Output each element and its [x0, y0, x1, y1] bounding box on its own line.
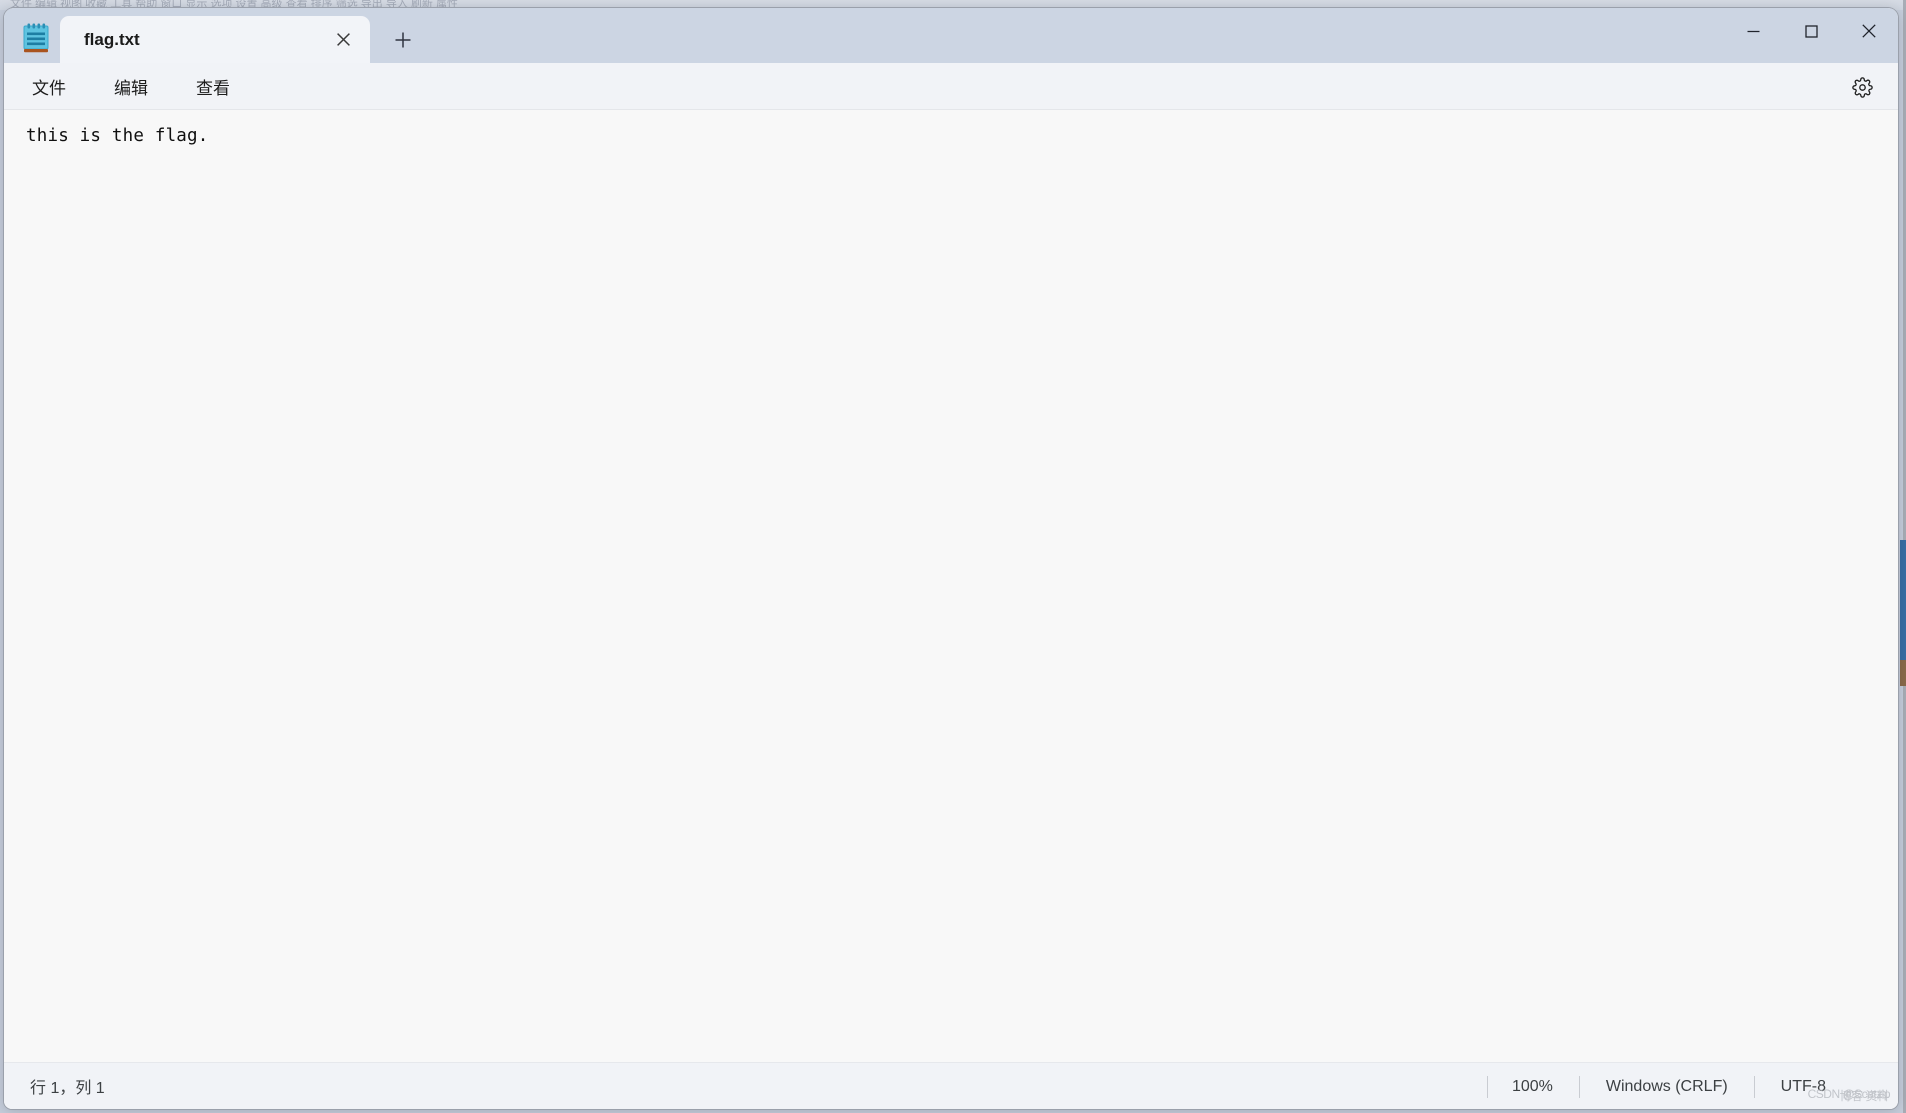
editor-text-content[interactable]: this is the flag.	[26, 124, 1888, 148]
menu-item-file[interactable]: 文件	[18, 68, 80, 105]
background-window-accent-brown	[1900, 660, 1906, 686]
notepad-icon	[18, 20, 54, 56]
line-ending-status[interactable]: Windows (CRLF)	[1578, 1075, 1754, 1098]
window-controls	[1724, 8, 1898, 54]
status-right-group: 100% Windows (CRLF) UTF-8	[1486, 1063, 1852, 1109]
watermark: CSDN @Scatzlp 博客 资料	[1808, 1087, 1891, 1103]
close-icon[interactable]	[326, 23, 360, 57]
statusbar: 行 1，列 1 100% Windows (CRLF) UTF-8 CSDN @…	[4, 1062, 1898, 1109]
new-tab-button[interactable]	[380, 16, 426, 63]
maximize-icon[interactable]	[1782, 8, 1840, 54]
background-window-accent-blue	[1900, 540, 1906, 660]
tab-title: flag.txt	[84, 29, 140, 49]
tab-flag-txt[interactable]: flag.txt	[60, 16, 370, 63]
menu-item-view[interactable]: 查看	[182, 68, 244, 105]
tab-strip: flag.txt	[60, 8, 426, 63]
menu-item-edit[interactable]: 编辑	[100, 68, 162, 105]
minimize-icon[interactable]	[1724, 8, 1782, 54]
close-window-icon[interactable]	[1840, 8, 1898, 54]
titlebar[interactable]: flag.txt	[4, 8, 1898, 63]
zoom-level-status[interactable]: 100%	[1486, 1075, 1579, 1098]
editor-area[interactable]: this is the flag.	[4, 110, 1898, 1062]
watermark-text-b: 博客 资料	[1839, 1089, 1889, 1103]
gear-icon[interactable]	[1844, 69, 1880, 105]
cursor-position-status: 行 1，列 1	[30, 1080, 105, 1097]
notepad-window: flag.txt 文件 编辑 查看 this is the flag. 行 1，…	[4, 8, 1898, 1109]
menubar: 文件 编辑 查看	[4, 63, 1898, 110]
